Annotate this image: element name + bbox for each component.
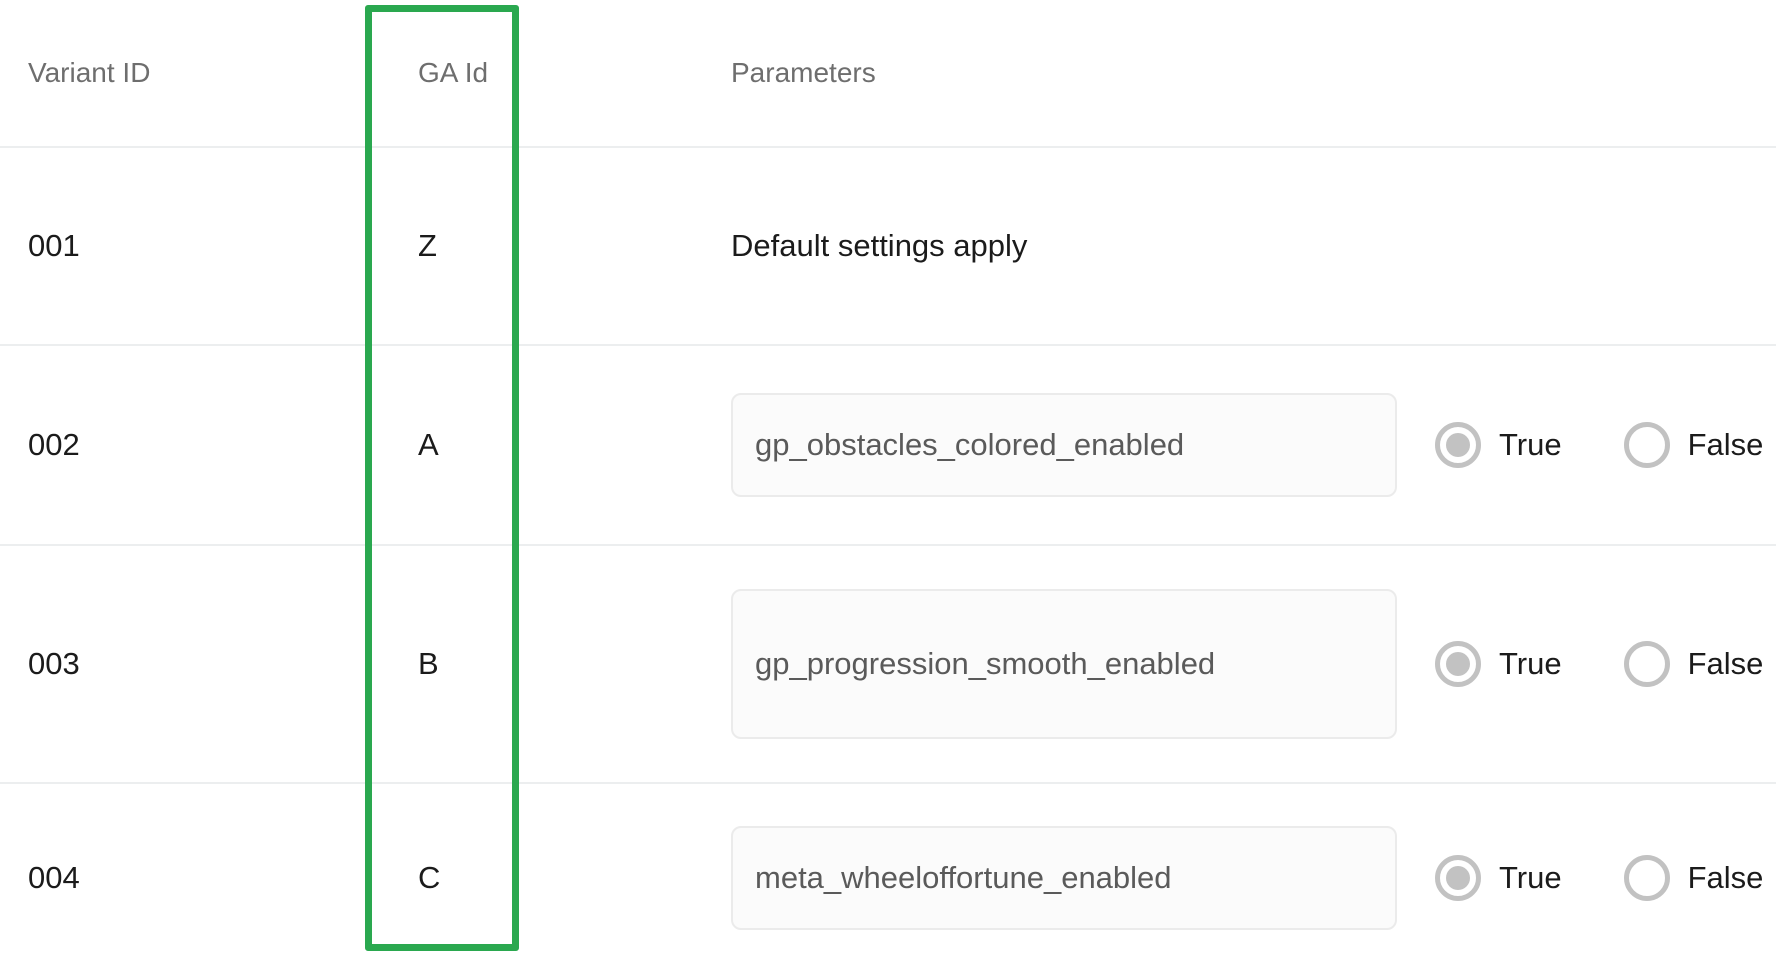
- table-header: Variant ID GA Id Parameters: [0, 0, 1776, 148]
- table-row[interactable]: 004 C meta_wheeloffortune_enabled True F…: [0, 783, 1776, 972]
- cell-parameters: gp_progression_smooth_enabled True False: [648, 545, 1776, 784]
- column-header-ga-id[interactable]: GA Id: [365, 0, 648, 148]
- parameter-name-input[interactable]: meta_wheeloffortune_enabled: [731, 826, 1397, 930]
- table-row[interactable]: 001 Z Default settings apply: [0, 147, 1776, 346]
- radio-false-label: False: [1687, 646, 1764, 681]
- radio-true-icon[interactable]: [1435, 855, 1481, 901]
- radio-option-false[interactable]: False: [1623, 855, 1764, 901]
- parameter-row: Default settings apply: [731, 227, 1776, 266]
- parameter-value-radio-group: True False: [1435, 422, 1763, 468]
- cell-variant-id: 001: [0, 147, 365, 346]
- radio-option-true[interactable]: True: [1435, 855, 1562, 901]
- cell-parameters: gp_obstacles_colored_enabled True False: [648, 345, 1776, 546]
- parameter-row: gp_progression_smooth_enabled True False: [731, 589, 1776, 739]
- parameter-value-radio-group: True False: [1435, 855, 1763, 901]
- table-header-row: Variant ID GA Id Parameters: [0, 0, 1776, 148]
- cell-ga-id: B: [365, 545, 648, 784]
- column-header-variant-id[interactable]: Variant ID: [0, 0, 365, 148]
- table-body: 001 Z Default settings apply 002 A gp_ob…: [0, 147, 1776, 972]
- radio-true-label: True: [1499, 646, 1562, 681]
- radio-true-icon[interactable]: [1435, 422, 1481, 468]
- radio-option-false[interactable]: False: [1623, 641, 1764, 687]
- cell-parameters: meta_wheeloffortune_enabled True False: [648, 783, 1776, 972]
- variant-table-screen: Variant ID GA Id Parameters 001 Z Defaul…: [0, 0, 1776, 972]
- radio-true-icon[interactable]: [1435, 641, 1481, 687]
- cell-ga-id: C: [418, 860, 441, 895]
- radio-false-icon[interactable]: [1623, 422, 1670, 468]
- column-header-parameters[interactable]: Parameters: [648, 0, 1776, 148]
- parameter-row: gp_obstacles_colored_enabled True False: [731, 393, 1776, 497]
- radio-false-icon[interactable]: [1623, 855, 1670, 901]
- radio-false-icon[interactable]: [1623, 641, 1670, 687]
- radio-option-true[interactable]: True: [1435, 641, 1562, 687]
- parameter-static-text: Default settings apply: [731, 227, 1028, 263]
- parameter-name-input[interactable]: gp_obstacles_colored_enabled: [731, 393, 1397, 497]
- parameter-row: meta_wheeloffortune_enabled True False: [731, 826, 1776, 930]
- radio-false-label: False: [1687, 860, 1764, 895]
- cell-variant-id: 002: [0, 345, 365, 546]
- parameter-value-radio-group: True False: [1435, 641, 1763, 687]
- radio-true-label: True: [1499, 860, 1562, 895]
- table-row[interactable]: 002 A gp_obstacles_colored_enabled True: [0, 345, 1776, 546]
- cell-variant-id: 004: [28, 860, 80, 895]
- radio-true-label: True: [1499, 427, 1562, 462]
- cell-ga-id: Z: [365, 147, 648, 346]
- parameter-name-input[interactable]: gp_progression_smooth_enabled: [731, 589, 1397, 739]
- radio-option-true[interactable]: True: [1435, 422, 1562, 468]
- cell-variant-id: 003: [0, 545, 365, 784]
- radio-false-label: False: [1687, 427, 1764, 462]
- cell-parameters: Default settings apply: [648, 147, 1776, 346]
- radio-option-false[interactable]: False: [1623, 422, 1764, 468]
- cell-ga-id: A: [365, 345, 648, 546]
- table-row[interactable]: 003 B gp_progression_smooth_enabled True: [0, 545, 1776, 784]
- variant-table: Variant ID GA Id Parameters 001 Z Defaul…: [0, 0, 1776, 972]
